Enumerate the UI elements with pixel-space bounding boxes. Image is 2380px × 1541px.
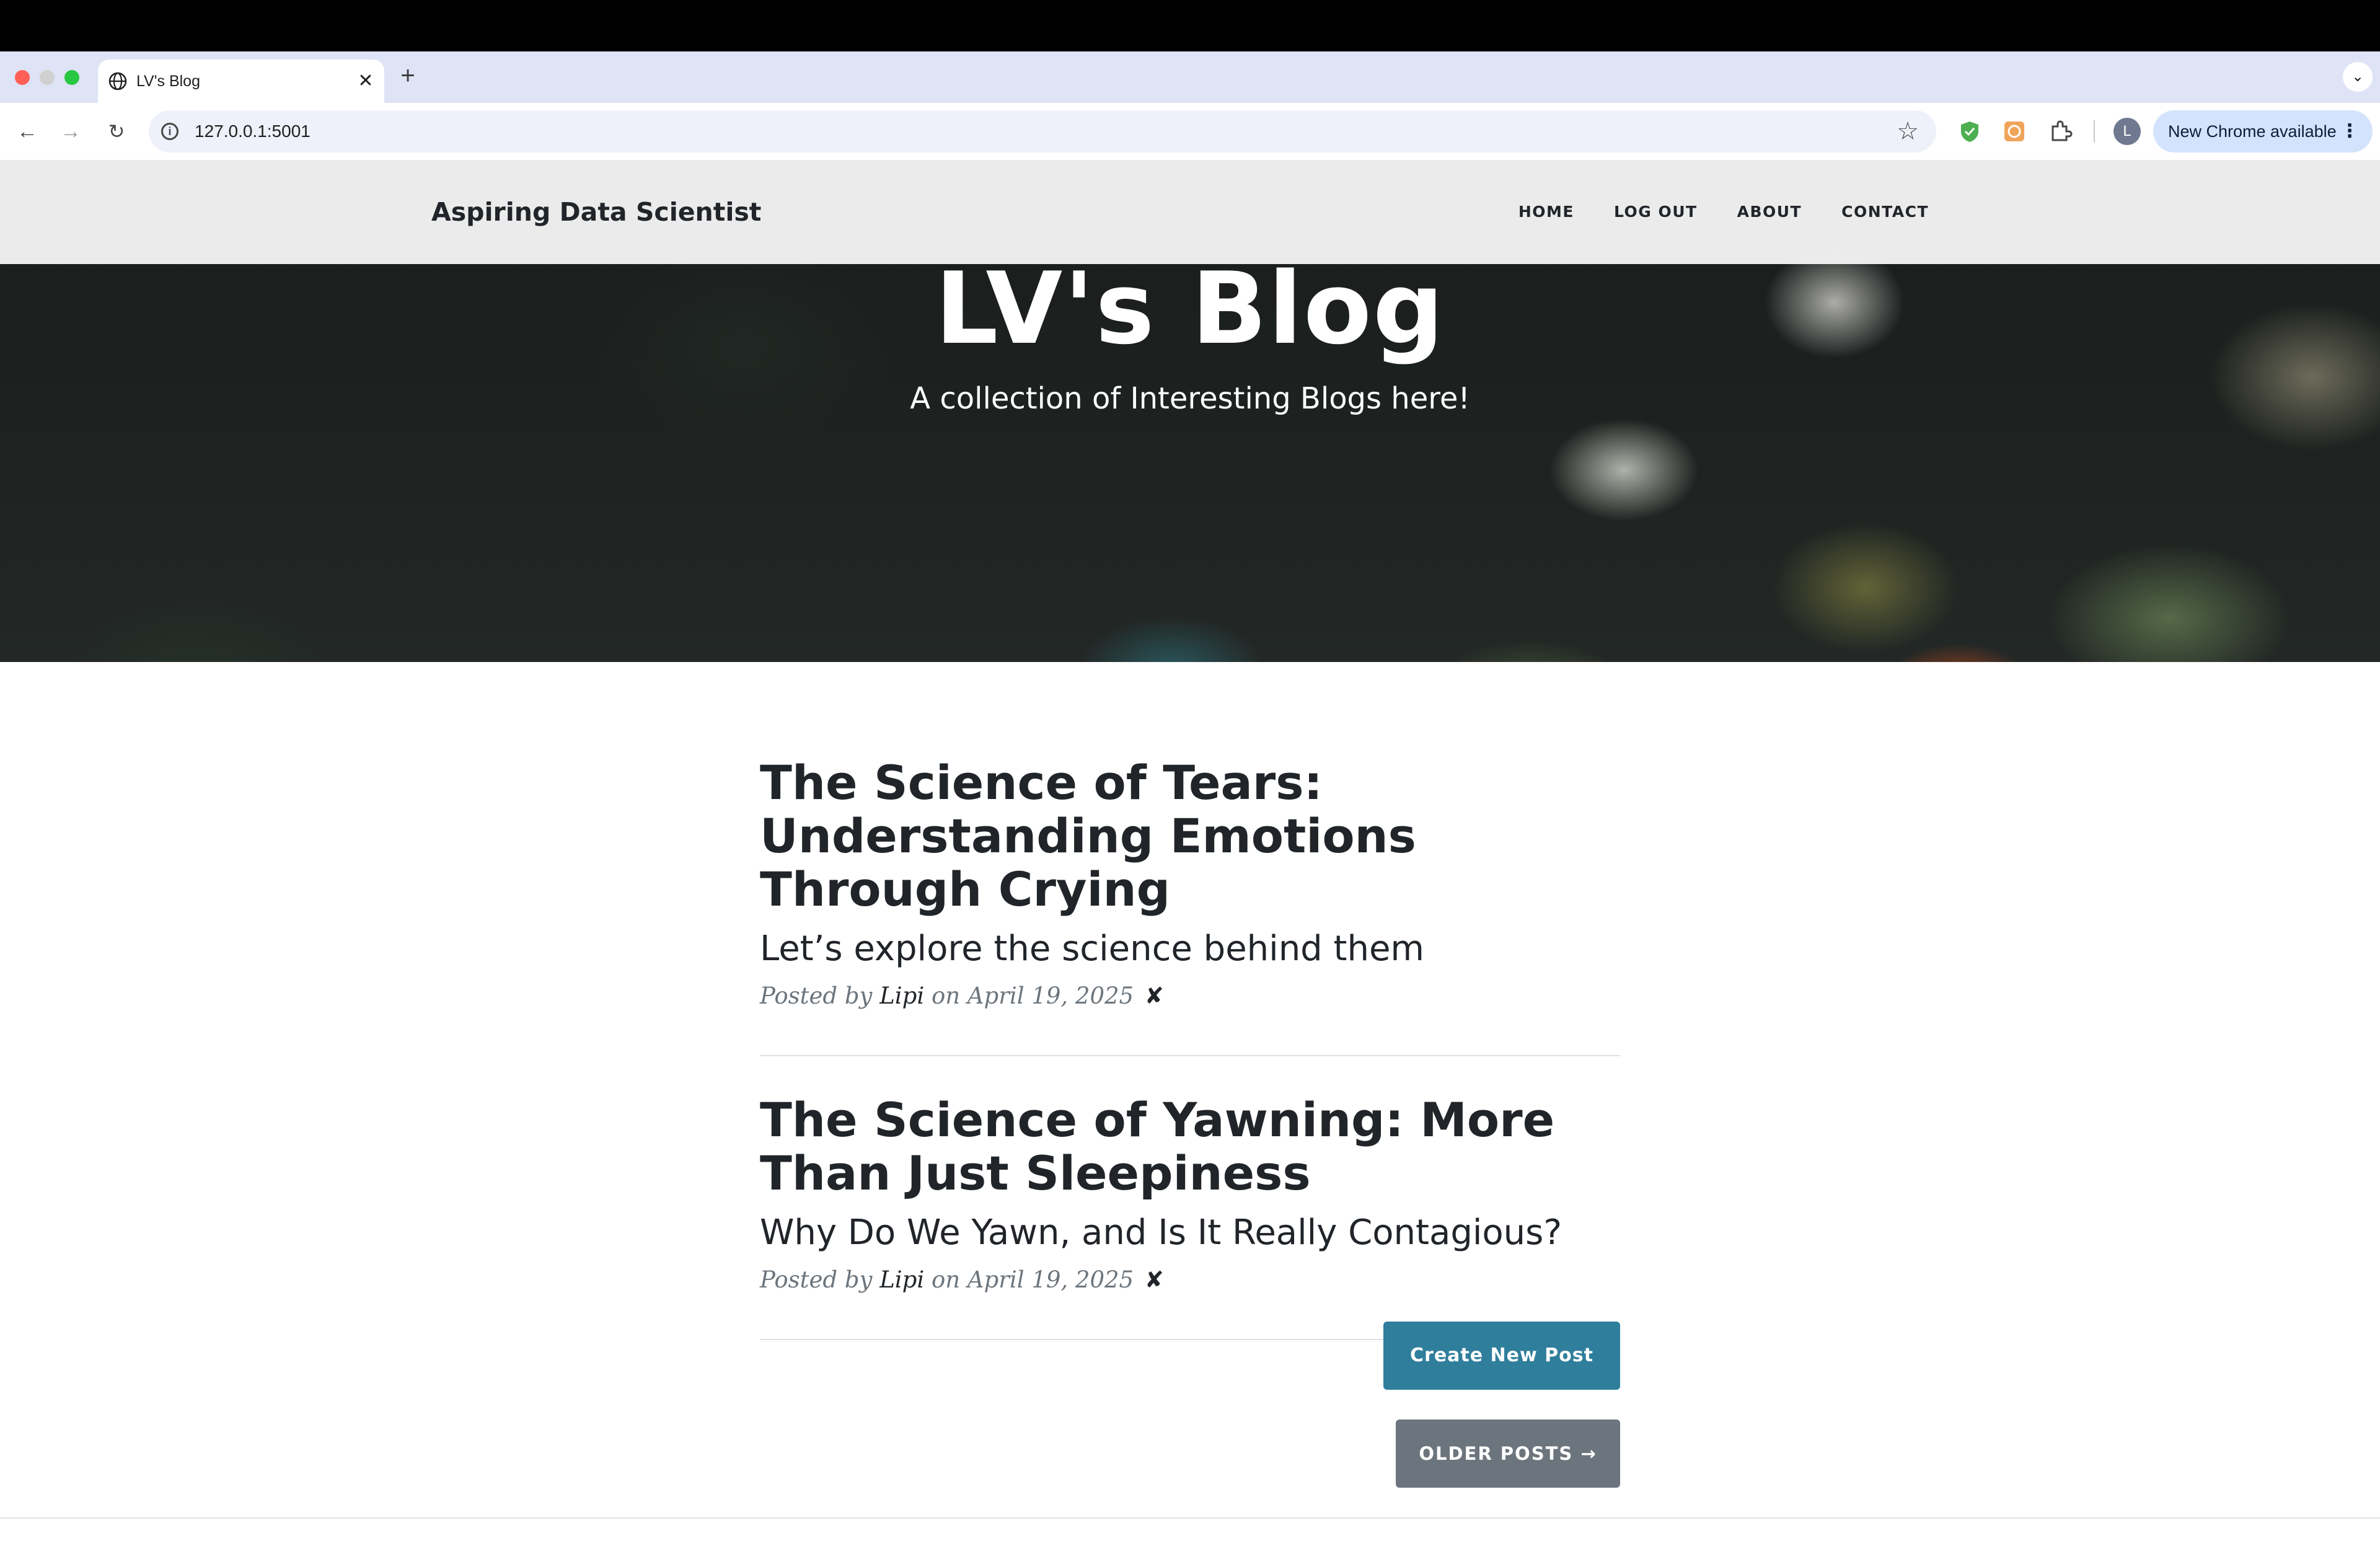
hero-subtitle: A collection of Interesting Blogs here! xyxy=(910,381,1470,416)
post-date: on April 19, 2025 xyxy=(931,982,1134,1009)
back-arrow-icon[interactable]: ← xyxy=(15,119,40,144)
hero-title: LV's Blog xyxy=(935,250,1445,366)
nav-home[interactable]: HOME xyxy=(1518,160,1574,264)
post-author[interactable]: Lipi xyxy=(879,1266,924,1293)
new-tab-button[interactable]: + xyxy=(397,63,419,88)
orange-extension-icon[interactable] xyxy=(2002,119,2027,144)
post-subtitle[interactable]: Let’s explore the science behind them xyxy=(760,927,1620,971)
puzzle-extensions-icon[interactable] xyxy=(2048,119,2073,144)
minimize-window-button[interactable] xyxy=(40,70,55,85)
post-title[interactable]: The Science of Yawning: More Than Just S… xyxy=(760,1093,1620,1200)
screen-top-bar xyxy=(0,0,2380,51)
close-tab-icon[interactable]: ✕ xyxy=(355,70,377,92)
new-chrome-available-button[interactable]: New Chrome available ⋮ xyxy=(2153,110,2373,152)
footer-divider xyxy=(0,1517,2380,1519)
nav-contact[interactable]: CONTACT xyxy=(1841,160,1929,264)
maximize-window-button[interactable] xyxy=(64,70,79,85)
nav-links: HOME LOG OUT ABOUT CONTACT xyxy=(1518,160,1929,264)
tab-title: LV's Blog xyxy=(136,73,200,90)
post-subtitle[interactable]: Why Do We Yawn, and Is It Really Contagi… xyxy=(760,1211,1620,1255)
address-bar[interactable]: i 127.0.0.1:5001 ☆ xyxy=(149,110,1936,152)
shield-extension-icon[interactable] xyxy=(1957,119,1982,144)
posted-by-label: Posted by xyxy=(760,1266,873,1293)
site-brand[interactable]: Aspiring Data Scientist xyxy=(431,160,761,264)
older-posts-button[interactable]: OLDER POSTS → xyxy=(1396,1420,1620,1488)
post-date: on April 19, 2025 xyxy=(931,1266,1134,1293)
nav-about[interactable]: ABOUT xyxy=(1737,160,1802,264)
toolbar-divider xyxy=(2094,120,2095,143)
post-preview: The Science of Yawning: More Than Just S… xyxy=(760,1093,1620,1340)
delete-post-icon[interactable]: ✘ xyxy=(1145,982,1164,1009)
post-title[interactable]: The Science of Tears: Understanding Emot… xyxy=(760,756,1620,916)
site-info-icon[interactable]: i xyxy=(161,123,178,140)
reload-icon[interactable]: ↻ xyxy=(104,119,129,144)
kebab-menu-icon[interactable]: ⋮ xyxy=(2340,110,2359,152)
bookmark-star-icon[interactable]: ☆ xyxy=(1897,118,1919,145)
update-label: New Chrome available xyxy=(2168,122,2337,141)
url-text[interactable]: 127.0.0.1:5001 xyxy=(195,110,311,152)
delete-post-icon[interactable]: ✘ xyxy=(1145,1266,1164,1293)
tab-lvs-blog[interactable]: LV's Blog ✕ xyxy=(98,60,384,103)
post-meta: Posted by Lipi on April 19, 2025 ✘ xyxy=(760,981,1620,1012)
close-window-button[interactable] xyxy=(15,70,30,85)
profile-avatar[interactable]: L xyxy=(2113,118,2141,145)
globe-icon xyxy=(108,72,127,91)
posted-by-label: Posted by xyxy=(760,982,873,1009)
site-navbar: Aspiring Data Scientist HOME LOG OUT ABO… xyxy=(0,160,2380,264)
forward-arrow-icon[interactable]: → xyxy=(58,119,83,144)
create-new-post-button[interactable]: Create New Post xyxy=(1383,1322,1620,1390)
post-author[interactable]: Lipi xyxy=(879,982,924,1009)
post-preview: The Science of Tears: Understanding Emot… xyxy=(760,756,1620,1056)
post-list: The Science of Tears: Understanding Emot… xyxy=(760,756,1620,1377)
tab-search-chevron-icon[interactable]: ⌄ xyxy=(2343,62,2373,92)
nav-log-out[interactable]: LOG OUT xyxy=(1614,160,1698,264)
post-meta: Posted by Lipi on April 19, 2025 ✘ xyxy=(760,1265,1620,1296)
